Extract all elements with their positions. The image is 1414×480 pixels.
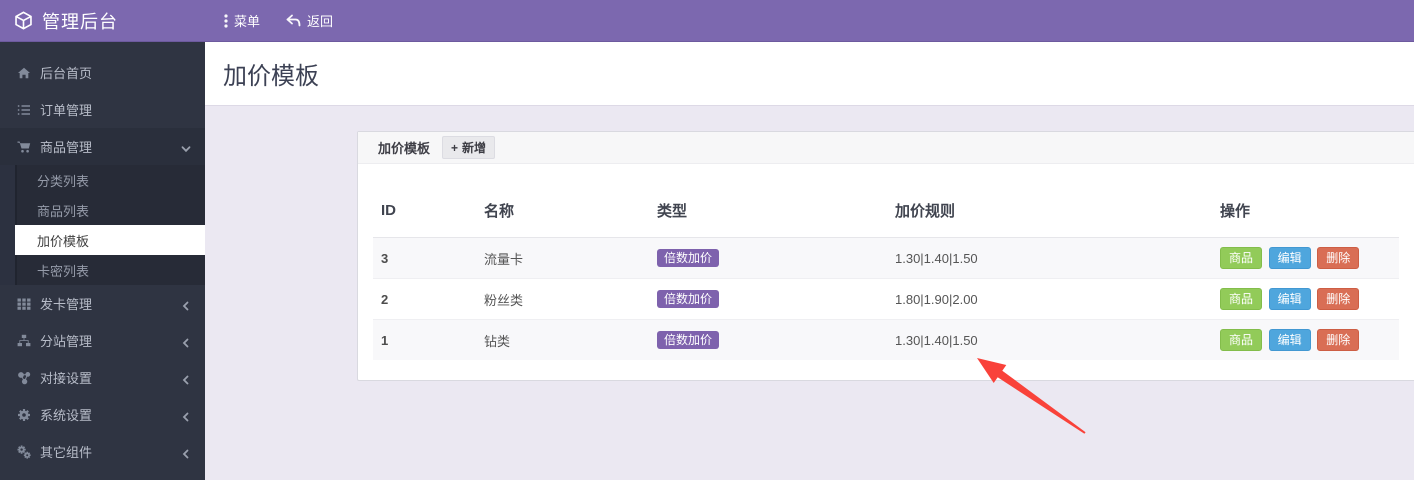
main-area: 加价模板 加价模板 + 新增 ID 名称 类型 加价规则 操作 3 流量卡 倍数… <box>205 42 1414 480</box>
cart-icon <box>17 140 31 154</box>
panel-body: ID 名称 类型 加价规则 操作 3 流量卡 倍数加价 1.30|1.40|1.… <box>358 164 1414 380</box>
panel-header: 加价模板 + 新增 <box>358 132 1414 164</box>
col-header-type: 类型 <box>649 184 887 238</box>
sidebar-item-card-issuing[interactable]: 发卡管理 <box>0 285 205 322</box>
subitem-label: 加价模板 <box>37 233 90 249</box>
sidebar-item-label: 发卡管理 <box>40 297 93 312</box>
sidebar-subitem-markup-template[interactable]: 加价模板 <box>15 225 205 255</box>
nodes-icon <box>17 371 31 385</box>
topbar-nav: 菜单 返回 <box>205 0 344 41</box>
type-badge: 倍数加价 <box>657 331 720 349</box>
delete-button[interactable]: 删除 <box>1317 329 1360 351</box>
type-badge: 倍数加价 <box>657 290 720 308</box>
sidebar-item-system-settings[interactable]: 系统设置 <box>0 396 205 433</box>
table-header-row: ID 名称 类型 加价规则 操作 <box>373 184 1399 238</box>
row-id: 1 <box>373 319 476 360</box>
chevron-left-icon <box>181 410 191 421</box>
edit-button[interactable]: 编辑 <box>1268 329 1311 351</box>
page-title: 加价模板 <box>223 63 319 90</box>
sidebar-item-label: 对接设置 <box>40 371 93 386</box>
goods-button[interactable]: 商品 <box>1220 329 1263 351</box>
chevron-left-icon <box>181 336 191 347</box>
chevron-left-icon <box>181 373 191 384</box>
row-rule: 1.80|1.90|2.00 <box>887 278 1212 320</box>
sidebar-item-dashboard[interactable]: 后台首页 <box>0 54 205 91</box>
col-header-rule: 加价规则 <box>887 184 1212 238</box>
table-row: 1 钻类 倍数加价 1.30|1.40|1.50 商品 编辑 删除 <box>373 319 1399 360</box>
col-header-name: 名称 <box>476 184 649 238</box>
gear-icon <box>17 408 31 422</box>
edit-button[interactable]: 编辑 <box>1268 288 1311 310</box>
markup-template-table: ID 名称 类型 加价规则 操作 3 流量卡 倍数加价 1.30|1.40|1.… <box>373 184 1399 360</box>
app-root: 管理后台 菜单 返回 后台首页 订单管理 商品管理 分类列表 商品列表 加价模板… <box>0 0 1414 480</box>
sidebar-item-products[interactable]: 商品管理 <box>0 128 205 165</box>
chevron-down-icon <box>181 142 191 152</box>
sidebar-item-label: 后台首页 <box>40 66 93 81</box>
sidebar-item-label: 系统设置 <box>40 408 93 423</box>
goods-button[interactable]: 商品 <box>1220 288 1263 310</box>
home-icon <box>17 66 31 80</box>
sitemap-icon <box>17 334 31 348</box>
subitem-label: 分类列表 <box>37 173 90 189</box>
content-area: 加价模板 + 新增 ID 名称 类型 加价规则 操作 3 流量卡 倍数加价 1.… <box>205 106 1414 480</box>
cube-icon <box>14 11 33 30</box>
sidebar-subitem-category-list[interactable]: 分类列表 <box>15 165 205 195</box>
sidebar-item-label: 订单管理 <box>40 103 93 118</box>
sidebar-subitem-card-secret-list[interactable]: 卡密列表 <box>15 255 205 285</box>
menu-toggle-button[interactable]: 菜单 <box>213 0 271 41</box>
topbar: 管理后台 菜单 返回 <box>0 0 1414 42</box>
goods-button[interactable]: 商品 <box>1220 247 1263 269</box>
table-row: 3 流量卡 倍数加价 1.30|1.40|1.50 商品 编辑 删除 <box>373 237 1399 279</box>
cogs-icon <box>17 445 31 459</box>
sidebar-item-label: 分站管理 <box>40 334 93 349</box>
sidebar-item-label: 商品管理 <box>40 140 93 155</box>
row-name: 粉丝类 <box>476 278 649 320</box>
delete-button[interactable]: 删除 <box>1317 288 1360 310</box>
back-link-label: 返回 <box>307 14 334 29</box>
menu-toggle-label: 菜单 <box>234 14 261 29</box>
row-rule: 1.30|1.40|1.50 <box>887 237 1212 279</box>
add-new-button[interactable]: + 新增 <box>442 136 496 159</box>
page-header: 加价模板 <box>205 42 1414 106</box>
edit-button[interactable]: 编辑 <box>1268 247 1311 269</box>
col-header-actions: 操作 <box>1212 184 1399 238</box>
brand[interactable]: 管理后台 <box>0 0 205 41</box>
col-header-id: ID <box>373 184 476 238</box>
row-id: 2 <box>373 278 476 320</box>
sidebar-item-orders[interactable]: 订单管理 <box>0 91 205 128</box>
grid-icon <box>17 297 31 311</box>
sidebar-item-other-components[interactable]: 其它组件 <box>0 433 205 470</box>
subitem-label: 卡密列表 <box>37 263 90 279</box>
panel-title: 加价模板 <box>378 141 431 156</box>
chevron-left-icon <box>181 299 191 310</box>
sidebar-item-integration[interactable]: 对接设置 <box>0 359 205 396</box>
products-submenu: 分类列表 商品列表 加价模板 卡密列表 <box>0 165 205 285</box>
sidebar-subitem-product-list[interactable]: 商品列表 <box>15 195 205 225</box>
sidebar-item-label: 其它组件 <box>40 445 93 460</box>
subitem-label: 商品列表 <box>37 203 90 219</box>
row-rule: 1.30|1.40|1.50 <box>887 319 1212 360</box>
back-link[interactable]: 返回 <box>275 0 344 41</box>
table-row: 2 粉丝类 倍数加价 1.80|1.90|2.00 商品 编辑 删除 <box>373 278 1399 320</box>
type-badge: 倍数加价 <box>657 249 720 267</box>
brand-title: 管理后台 <box>42 11 118 32</box>
chevron-left-icon <box>181 447 191 458</box>
sidebar: 后台首页 订单管理 商品管理 分类列表 商品列表 加价模板 卡密列表 发卡管理 … <box>0 42 205 480</box>
plus-icon: + <box>451 140 459 155</box>
reply-arrow-icon <box>286 14 301 27</box>
row-name: 流量卡 <box>476 237 649 279</box>
row-name: 钻类 <box>476 319 649 360</box>
add-new-label: 新增 <box>462 141 487 155</box>
row-id: 3 <box>373 237 476 279</box>
sidebar-item-substations[interactable]: 分站管理 <box>0 322 205 359</box>
markup-template-panel: 加价模板 + 新增 ID 名称 类型 加价规则 操作 3 流量卡 倍数加价 1.… <box>357 131 1414 381</box>
delete-button[interactable]: 删除 <box>1317 247 1360 269</box>
list-icon <box>17 103 31 117</box>
ellipsis-vertical-icon <box>224 13 228 28</box>
